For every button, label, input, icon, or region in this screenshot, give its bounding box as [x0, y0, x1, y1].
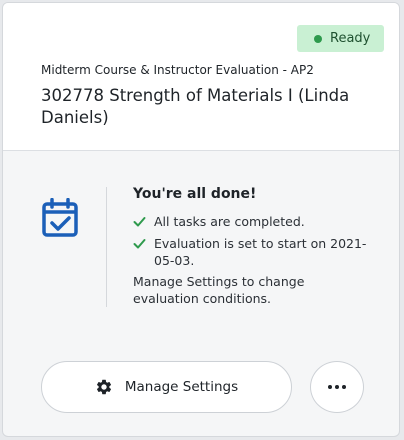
more-options-button[interactable] [310, 361, 364, 413]
check-text: Evaluation is set to start on 2021-05-03… [154, 236, 367, 268]
list-item: All tasks are completed. [133, 213, 373, 230]
check-text: All tasks are completed. [154, 214, 305, 229]
check-list: All tasks are completed. Evaluation is s… [133, 213, 373, 274]
status-label: Ready [330, 31, 371, 46]
gear-icon [96, 379, 111, 395]
ellipsis-icon [342, 385, 346, 389]
vertical-divider [106, 187, 107, 307]
settings-note: Manage Settings to change evaluation con… [133, 274, 305, 306]
status-badge: Ready [297, 25, 384, 52]
evaluation-name: Midterm Course & Instructor Evaluation -… [41, 63, 314, 77]
manage-settings-button[interactable]: Manage Settings [41, 361, 292, 413]
list-item: Evaluation is set to start on 2021-05-03… [133, 235, 373, 269]
course-title: 302778 Strength of Materials I (Linda Da… [41, 86, 350, 127]
manage-settings-label: Manage Settings [124, 379, 239, 395]
ellipsis-icon [328, 385, 332, 389]
evaluation-card: Ready Midterm Course & Instructor Evalua… [2, 2, 400, 437]
ellipsis-icon [335, 385, 339, 389]
status-dot-icon [314, 34, 322, 43]
check-icon [133, 217, 146, 227]
completion-summary: You're all done! All tasks are completed… [3, 151, 399, 351]
card-header: Ready Midterm Course & Instructor Evalua… [3, 3, 399, 151]
check-icon [133, 239, 146, 249]
completion-title: You're all done! [133, 186, 257, 202]
calendar-check-icon [42, 198, 78, 237]
